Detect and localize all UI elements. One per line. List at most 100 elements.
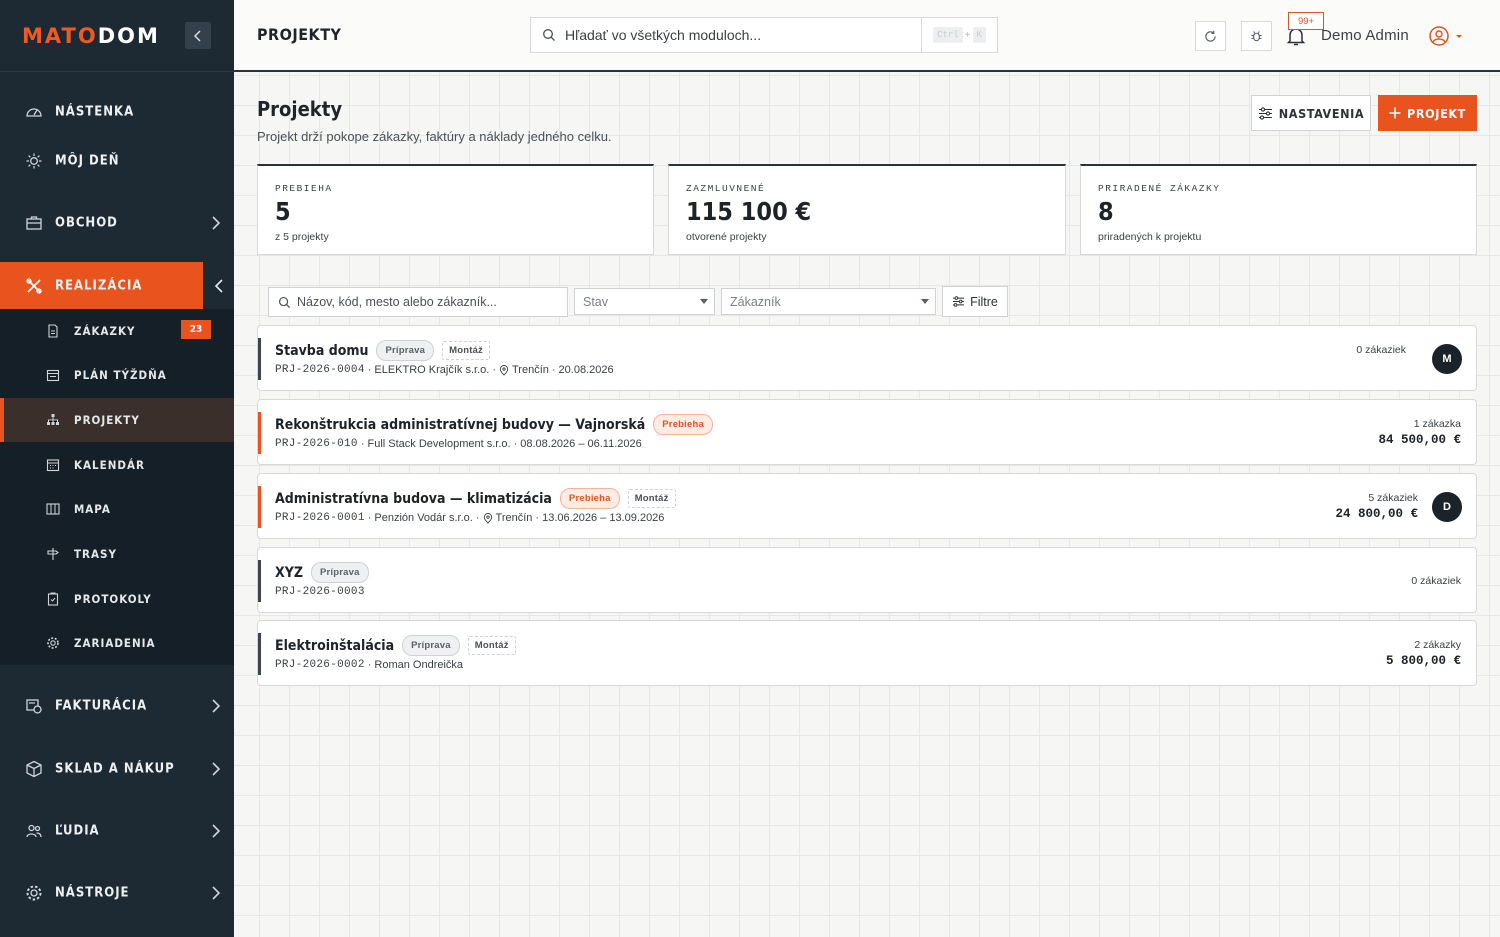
order-count: 0 zákaziek bbox=[1411, 575, 1461, 587]
filters-button[interactable]: Filtre bbox=[942, 286, 1008, 317]
invoice-icon bbox=[26, 698, 42, 714]
signpost-icon bbox=[47, 548, 59, 560]
user-name[interactable]: Demo Admin bbox=[1321, 27, 1409, 44]
sliders-icon bbox=[1258, 106, 1272, 120]
status-chip: Príprava bbox=[402, 635, 460, 656]
project-amount: 84 500,00 € bbox=[1378, 433, 1461, 447]
sidebar-item-moj-den[interactable]: MÔJ DEŇ bbox=[0, 137, 234, 184]
logo[interactable]: MATODOM bbox=[22, 24, 160, 48]
project-name[interactable]: Administratívna budova — klimatizácia bbox=[275, 491, 552, 507]
project-name[interactable]: XYZ bbox=[275, 565, 303, 581]
project-meta: PRJ-2026-0001 · Penzión Vodár s.r.o. · Tre… bbox=[275, 512, 665, 524]
status-select-placeholder: Stav bbox=[583, 294, 609, 309]
cog-icon bbox=[26, 885, 42, 900]
new-project-button[interactable]: PROJEKT bbox=[1378, 95, 1477, 131]
project-code: PRJ-2026-010 bbox=[275, 438, 358, 450]
bug-report-button[interactable] bbox=[1241, 21, 1272, 51]
status-chip: Prebieha bbox=[559, 488, 620, 509]
status-accent-bar bbox=[258, 486, 261, 528]
stat-subtext: otvorené projekty bbox=[686, 231, 767, 243]
clipboard-icon bbox=[47, 592, 59, 606]
sidebar-item-realizacia[interactable]: REALIZÁCIA bbox=[0, 262, 234, 309]
customer-select-placeholder: Zákazník bbox=[730, 294, 781, 309]
settings-button-label: NASTAVENIA bbox=[1278, 105, 1365, 121]
sidebar-item-label: PROTOKOLY bbox=[74, 592, 152, 606]
sidebar-subitem-protokoly[interactable]: PROTOKOLY bbox=[0, 577, 234, 621]
project-code: PRJ-2026-0004 bbox=[275, 364, 365, 376]
sidebar-subitem-plan-tyzdna[interactable]: PLÁN TÝŽDŇA bbox=[0, 353, 234, 397]
project-name[interactable]: Stavba domu bbox=[275, 343, 368, 359]
search-icon bbox=[543, 29, 555, 41]
sidebar-subitem-trasy[interactable]: TRASY bbox=[0, 532, 234, 576]
kbd-key: K bbox=[972, 27, 986, 43]
tag-chip: Montáž bbox=[442, 341, 491, 360]
keyboard-shortcut-hint: Ctrl + K bbox=[921, 17, 998, 53]
global-search-input[interactable] bbox=[531, 18, 921, 52]
sidebar-subitem-mapa[interactable]: MAPA bbox=[0, 487, 234, 531]
chevron-right-icon bbox=[212, 761, 221, 776]
caret-down-icon bbox=[921, 299, 929, 304]
project-name[interactable]: Elektroinštalácia bbox=[275, 638, 394, 654]
project-city: Trenčín bbox=[495, 512, 533, 524]
project-name-line: Stavba domu Príprava Montáž bbox=[275, 340, 491, 361]
sidebar-item-ludia[interactable]: ĽUDIA bbox=[0, 807, 234, 854]
document-icon bbox=[48, 324, 58, 338]
new-project-button-label: PROJEKT bbox=[1407, 105, 1466, 121]
sidebar-item-label: ZARIADENIA bbox=[74, 636, 156, 650]
box-icon bbox=[26, 760, 42, 777]
tools-icon bbox=[26, 277, 42, 294]
sidebar-item-nastenka[interactable]: NÁSTENKA bbox=[0, 88, 234, 135]
chevron-right-icon bbox=[212, 885, 221, 900]
sidebar-item-label: FAKTURÁCIA bbox=[55, 698, 148, 713]
chevron-right-icon bbox=[212, 823, 221, 838]
project-row[interactable]: Rekonštrukcia administratívnej budovy — … bbox=[257, 399, 1477, 465]
project-name[interactable]: Rekonštrukcia administratívnej budovy — … bbox=[275, 417, 645, 433]
sliders-icon bbox=[953, 296, 965, 307]
sidebar-item-label: MÔJ DEŇ bbox=[55, 153, 120, 168]
collapse-group-button[interactable] bbox=[200, 262, 234, 309]
sidebar-subitem-kalendar[interactable]: KALENDÁR bbox=[0, 443, 234, 487]
global-search[interactable] bbox=[530, 17, 922, 53]
stat-label: PRIRADENÉ ZÁKAZKY bbox=[1098, 183, 1221, 194]
status-accent-bar bbox=[258, 412, 261, 454]
plus-icon bbox=[1389, 107, 1401, 119]
stat-subtext: priradených k projektu bbox=[1098, 231, 1202, 243]
stat-value: 8 bbox=[1098, 197, 1114, 226]
order-count: 2 zákazky bbox=[1414, 639, 1461, 651]
tag-chip: Montáž bbox=[467, 636, 516, 655]
sidebar-collapse-button[interactable] bbox=[185, 22, 211, 49]
project-search-input[interactable] bbox=[269, 288, 567, 316]
sidebar-item-obchod[interactable]: OBCHOD bbox=[0, 199, 234, 246]
sidebar: MATODOM NÁSTENKA MÔJ DEŇ OBCHOD REALIZÁC… bbox=[0, 0, 234, 937]
project-city: Trenčín bbox=[511, 364, 549, 376]
people-icon bbox=[26, 824, 42, 837]
sidebar-item-fakturacia[interactable]: FAKTURÁCIA bbox=[0, 682, 234, 729]
sidebar-item-sklad[interactable]: SKLAD A NÁKUP bbox=[0, 745, 234, 792]
project-search-field[interactable] bbox=[268, 287, 568, 317]
sidebar-item-label: REALIZÁCIA bbox=[55, 278, 143, 293]
sidebar-item-label: ĽUDIA bbox=[55, 823, 100, 838]
sidebar-item-label: ZÁKAZKY bbox=[74, 324, 136, 338]
sidebar-item-label: PLÁN TÝŽDŇA bbox=[74, 368, 167, 382]
project-name-line: Administratívna budova — klimatizácia Pr… bbox=[275, 488, 676, 509]
user-avatar-icon[interactable] bbox=[1429, 25, 1465, 47]
sidebar-item-nastroje[interactable]: NÁSTROJE bbox=[0, 869, 234, 916]
hierarchy-icon bbox=[47, 414, 59, 425]
sidebar-item-label: PROJEKTY bbox=[74, 413, 140, 427]
status-select[interactable]: Stav bbox=[574, 288, 715, 315]
settings-button[interactable]: NASTAVENIA bbox=[1251, 95, 1371, 131]
project-row[interactable]: Administratívna budova — klimatizácia Pr… bbox=[257, 473, 1477, 539]
status-chip: Prebieha bbox=[653, 414, 713, 435]
project-customer: ELEKTRO Krajčík s.r.o. bbox=[374, 364, 490, 376]
sidebar-subitem-zariadenia[interactable]: ZARIADENIA bbox=[0, 621, 234, 665]
project-row[interactable]: XYZ Príprava PRJ-2026-0003 0 zákaziek bbox=[257, 547, 1477, 613]
project-row[interactable]: Elektroinštalácia Príprava Montáž PRJ-20… bbox=[257, 620, 1477, 686]
sidebar-subitem-zakazky[interactable]: ZÁKAZKY 23 bbox=[0, 309, 234, 353]
stat-subtext: z 5 projekty bbox=[275, 231, 329, 243]
sidebar-subitem-projekty[interactable]: PROJEKTY bbox=[0, 398, 234, 442]
stat-label: ZAZMLUVNENÉ bbox=[686, 183, 766, 194]
customer-select[interactable]: Zákazník bbox=[721, 288, 936, 315]
stat-card-assigned-orders: PRIRADENÉ ZÁKAZKY 8 priradených k projek… bbox=[1080, 164, 1477, 255]
refresh-button[interactable] bbox=[1195, 21, 1226, 51]
project-row[interactable]: Stavba domu Príprava Montáž PRJ-2026-000… bbox=[257, 325, 1477, 391]
